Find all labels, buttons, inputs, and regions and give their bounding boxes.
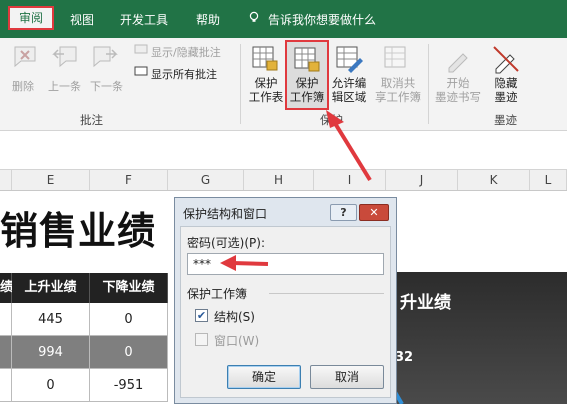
unshare-workbook-icon [384,46,406,68]
table-cell[interactable]: 0 [12,369,90,402]
previous-comment-icon [52,46,77,68]
ribbon-separator [428,44,429,124]
tab-review[interactable]: 审阅 [8,6,54,30]
table-header-cell: 上升业绩 [12,273,90,303]
close-button[interactable]: ✕ [359,204,389,221]
lightbulb-icon [249,11,259,22]
protect-workbook-button[interactable]: 保护 工作簿 [285,40,329,110]
show-all-comments-button[interactable]: 显示所有批注 [151,66,217,82]
structure-label[interactable]: 结构(S) [214,308,255,325]
protect-sheet-label-1: 保护 [254,76,278,90]
unshare-label-1: 取消共 [380,76,416,90]
table-header-cell: 下降业绩 [90,273,168,303]
protect-sheet-button[interactable]: 保护 工作表 [246,76,286,104]
previous-comment-button[interactable]: 上一条 [48,78,81,94]
table-cell[interactable]: 445 [12,303,90,336]
hide-ink-label-1: 隐藏 [494,76,518,90]
show-hide-comment-button[interactable]: 显示/隐藏批注 [151,44,221,60]
show-all-comments-icon [134,66,148,76]
column-header-l[interactable]: L [530,170,567,190]
column-headers: E F G H I J K L [0,170,567,191]
protect-group-label: 保护 [320,113,343,127]
password-label: 密码(可选)(P): [187,236,266,250]
table-cell[interactable]: 0 [90,303,168,336]
hide-ink-button[interactable]: 隐藏 墨迹 [486,76,526,104]
allow-edit-label-2: 辑区域 [331,90,367,104]
cancel-button[interactable]: 取消 [310,365,384,389]
hide-ink-icon [493,46,519,74]
table-cell[interactable]: -951 [90,369,168,402]
table-cell[interactable] [0,336,12,369]
start-inking-button[interactable]: 开始 墨迹书写 [433,76,483,104]
tab-view[interactable]: 视图 [70,11,94,28]
chart-data-label: 32 [395,350,414,365]
column-header-e[interactable]: E [12,170,90,190]
table-cell[interactable]: 994 [12,336,90,369]
start-inking-icon [448,53,468,73]
hide-ink-label-2: 墨迹 [494,90,518,104]
protect-workbook-group-label: 保护工作簿 [187,287,248,301]
table-cell[interactable]: 0 [90,336,168,369]
allow-edit-ranges-icon [336,46,363,73]
next-comment-button[interactable]: 下一条 [90,78,123,94]
next-comment-icon [93,46,118,68]
table-header-cell: 绩 [0,273,13,303]
protect-structure-dialog: 保护结构和窗口 ? ✕ 密码(可选)(P): *** 保护工作簿 ✔ 结构(S)… [174,197,397,404]
column-header-partial [0,170,12,190]
column-header-j[interactable]: J [386,170,458,190]
ribbon-tab-bar: 审阅 视图 开发工具 帮助 告诉我你想要做什么 [0,0,567,38]
tell-me-search[interactable]: 告诉我你想要做什么 [268,11,376,28]
help-button[interactable]: ? [330,204,357,221]
table-cell[interactable] [0,303,12,336]
dialog-title: 保护结构和窗口 [183,207,268,221]
sheet-title: 销售业绩 [0,209,157,253]
ok-button[interactable]: 确定 [227,365,301,389]
window-checkbox[interactable] [195,333,208,346]
column-header-g[interactable]: G [168,170,244,190]
protect-workbook-label-2: 工作簿 [289,90,325,104]
chart-title: 升业绩 [400,293,451,313]
allow-edit-ranges-button[interactable]: 允许编 辑区域 [329,76,369,104]
group-divider [269,293,384,294]
column-header-i[interactable]: I [314,170,386,190]
protect-sheet-label-2: 工作表 [248,90,284,104]
ribbon-separator [240,44,241,124]
allow-edit-label-1: 允许编 [331,76,367,90]
formula-bar-area [0,131,567,170]
table-cell[interactable] [0,369,12,402]
dialog-body: 密码(可选)(P): *** 保护工作簿 ✔ 结构(S) 窗口(W) 确定 取消 [180,226,391,398]
delete-comment-button[interactable]: 删除 [12,78,34,94]
protect-workbook-label-1: 保护 [295,76,319,90]
delete-comment-icon [14,46,36,68]
ink-group-label: 墨迹 [494,113,517,127]
protect-sheet-icon [252,46,278,71]
show-hide-comment-icon [134,44,148,54]
unshare-workbook-button[interactable]: 取消共 享工作簿 [373,76,423,104]
column-header-k[interactable]: K [458,170,530,190]
column-header-h[interactable]: H [244,170,314,190]
tab-help[interactable]: 帮助 [196,11,220,28]
start-ink-label-2: 墨迹书写 [435,90,481,104]
tab-developer[interactable]: 开发工具 [120,11,168,28]
protect-workbook-icon [294,47,320,72]
column-header-f[interactable]: F [90,170,168,190]
password-input[interactable]: *** [187,253,384,275]
start-ink-label-1: 开始 [446,76,470,90]
window-label[interactable]: 窗口(W) [214,332,259,349]
structure-checkbox[interactable]: ✔ [195,309,208,322]
unshare-label-2: 享工作簿 [375,90,421,104]
comments-group-label: 批注 [80,113,103,127]
ribbon: 删除 上一条 下一条 显示/隐藏批注 显示所有批注 批注 保护 工作表 保护 工 [0,38,567,131]
